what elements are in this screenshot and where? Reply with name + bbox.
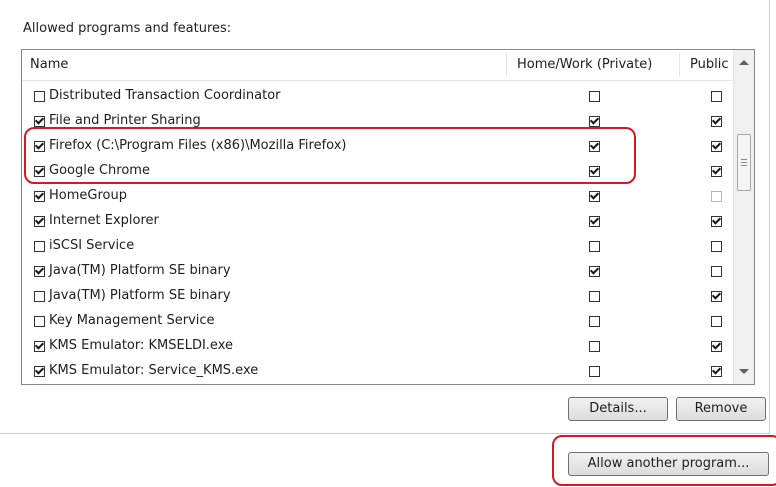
list-header: Name Home/Work (Private) Public bbox=[22, 50, 734, 81]
program-name: Java(TM) Platform SE binary bbox=[49, 288, 231, 303]
public-network-checkbox[interactable] bbox=[711, 141, 722, 152]
private-network-checkbox[interactable] bbox=[589, 291, 600, 302]
table-row[interactable]: Internet Explorer bbox=[22, 209, 734, 234]
table-row[interactable]: KMS Emulator: KMSELDI.exe bbox=[22, 334, 734, 359]
program-enabled-checkbox[interactable] bbox=[34, 191, 45, 202]
program-enabled-checkbox[interactable] bbox=[34, 291, 45, 302]
private-network-checkbox[interactable] bbox=[589, 341, 600, 352]
program-enabled-checkbox[interactable] bbox=[34, 91, 45, 102]
vertical-scrollbar[interactable] bbox=[733, 50, 754, 384]
private-network-checkbox[interactable] bbox=[589, 266, 600, 277]
program-enabled-checkbox[interactable] bbox=[34, 316, 45, 327]
program-enabled-checkbox[interactable] bbox=[34, 116, 45, 127]
private-network-checkbox[interactable] bbox=[589, 216, 600, 227]
public-network-checkbox[interactable] bbox=[711, 166, 722, 177]
public-network-checkbox[interactable] bbox=[711, 266, 722, 277]
public-network-checkbox[interactable] bbox=[711, 116, 722, 127]
column-header-name[interactable]: Name bbox=[30, 50, 68, 80]
grip-icon bbox=[741, 159, 747, 160]
private-network-checkbox[interactable] bbox=[589, 191, 600, 202]
column-divider[interactable] bbox=[679, 53, 680, 77]
program-name: Java(TM) Platform SE binary bbox=[49, 263, 231, 278]
program-name: Internet Explorer bbox=[49, 213, 159, 228]
scroll-down-arrow-icon[interactable] bbox=[739, 369, 749, 374]
private-network-checkbox[interactable] bbox=[589, 116, 600, 127]
private-network-checkbox[interactable] bbox=[589, 91, 600, 102]
details-button[interactable]: Details... bbox=[568, 397, 668, 421]
public-network-checkbox[interactable] bbox=[711, 366, 722, 377]
program-name: KMS Emulator: Service_KMS.exe bbox=[49, 363, 259, 378]
table-row[interactable]: HomeGroup bbox=[22, 184, 734, 209]
program-enabled-checkbox[interactable] bbox=[34, 266, 45, 277]
public-network-checkbox[interactable] bbox=[711, 241, 722, 252]
grip-icon bbox=[741, 165, 747, 166]
public-network-checkbox[interactable] bbox=[711, 216, 722, 227]
table-row[interactable]: Java(TM) Platform SE binary bbox=[22, 284, 734, 309]
table-row[interactable]: iSCSI Service bbox=[22, 234, 734, 259]
program-enabled-checkbox[interactable] bbox=[34, 341, 45, 352]
program-name: KMS Emulator: KMSELDI.exe bbox=[49, 338, 233, 353]
private-network-checkbox[interactable] bbox=[589, 316, 600, 327]
public-network-checkbox[interactable] bbox=[711, 91, 722, 102]
private-network-checkbox[interactable] bbox=[589, 241, 600, 252]
program-enabled-checkbox[interactable] bbox=[34, 241, 45, 252]
public-network-checkbox[interactable] bbox=[711, 291, 722, 302]
program-name: iSCSI Service bbox=[49, 238, 135, 253]
table-row[interactable]: KMS Emulator: Service_KMS.exe bbox=[22, 359, 734, 384]
column-header-private[interactable]: Home/Work (Private) bbox=[517, 50, 652, 80]
public-network-checkbox[interactable] bbox=[711, 316, 722, 327]
program-name: Key Management Service bbox=[49, 313, 215, 328]
browsers-highlight bbox=[24, 127, 636, 184]
group-title: Allowed programs and features: bbox=[23, 21, 232, 36]
programs-list[interactable]: Name Home/Work (Private) Public Distribu… bbox=[21, 49, 755, 385]
column-header-public[interactable]: Public bbox=[690, 50, 728, 80]
table-row[interactable]: Java(TM) Platform SE binary bbox=[22, 259, 734, 284]
program-enabled-checkbox[interactable] bbox=[34, 366, 45, 377]
scrollbar-thumb[interactable] bbox=[737, 134, 751, 191]
public-network-checkbox[interactable] bbox=[711, 341, 722, 352]
table-row[interactable]: Key Management Service bbox=[22, 309, 734, 334]
scroll-up-arrow-icon[interactable] bbox=[739, 60, 749, 65]
remove-button[interactable]: Remove bbox=[676, 397, 766, 421]
grip-icon bbox=[741, 162, 747, 163]
program-name: HomeGroup bbox=[49, 188, 127, 203]
program-name: File and Printer Sharing bbox=[49, 113, 201, 128]
allow-button-highlight bbox=[552, 435, 776, 486]
program-enabled-checkbox[interactable] bbox=[34, 216, 45, 227]
private-network-checkbox[interactable] bbox=[589, 366, 600, 377]
public-network-checkbox bbox=[711, 191, 722, 202]
column-divider[interactable] bbox=[506, 53, 507, 77]
table-row[interactable]: Distributed Transaction Coordinator bbox=[22, 84, 734, 109]
program-name: Distributed Transaction Coordinator bbox=[49, 88, 281, 103]
